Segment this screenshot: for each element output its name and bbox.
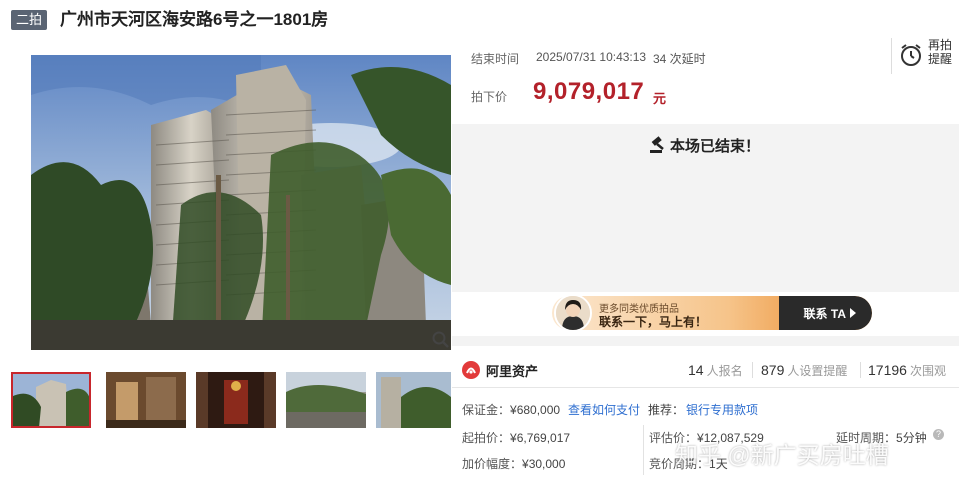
contact-banner[interactable]: 更多同类优质拍品 联系一下，马上有！ 联系 TA	[552, 296, 872, 330]
deal-price-label: 拍下价	[471, 90, 508, 104]
thumbnail-strip	[11, 372, 451, 428]
stats-row: 阿里资产 14 人报名 879 人设置提醒 17196 次围观	[452, 352, 959, 388]
agent-portrait	[556, 296, 590, 330]
bank-funds-link[interactable]: 银行专用款项	[686, 401, 758, 418]
thumbnail-2[interactable]	[106, 372, 186, 428]
play-arrow-icon	[850, 308, 856, 318]
title-bar: 二拍 广州市天河区海安路6号之一1801房	[0, 0, 959, 42]
stat-divider	[860, 362, 861, 378]
delay-period-value: 5分钟	[896, 431, 927, 445]
thumbnail-lobby-image	[106, 372, 186, 428]
increment-value: ¥30,000	[522, 457, 566, 471]
increment-row: 加价幅度：¥30,000	[462, 455, 565, 472]
thumbnail-entrance-image	[196, 372, 276, 428]
signup-label: 人报名	[706, 364, 743, 378]
remind-label-line-1: 再拍	[928, 38, 953, 52]
end-time-value: 2025/07/31 10:43:13	[536, 50, 647, 64]
view-stat: 17196 次围观	[868, 362, 946, 379]
remind-label-line-2: 提醒	[928, 52, 953, 66]
thumbnail-building-image	[11, 372, 91, 428]
auction-ended-text: 本场已结束！	[670, 138, 761, 155]
view-count: 17196	[868, 362, 907, 378]
deposit-label: 保证金：	[462, 403, 511, 417]
increment-label: 加价幅度：	[462, 457, 523, 471]
agent-avatar	[554, 294, 592, 332]
deposit-value: ¥680,000	[510, 403, 561, 417]
thumbnail-1[interactable]	[11, 372, 91, 428]
stat-divider	[752, 362, 753, 378]
main-property-photo[interactable]	[31, 55, 451, 350]
help-icon[interactable]: ?	[933, 429, 944, 440]
delay-count: 34 次延时	[653, 52, 706, 66]
recommend-label: 推荐：	[648, 403, 685, 417]
how-to-pay-link[interactable]: 查看如何支付	[568, 401, 640, 418]
ali-assets-logo-icon	[462, 361, 480, 379]
signup-stat: 14 人报名	[688, 362, 743, 379]
gavel-icon	[650, 136, 664, 153]
thumbnail-4[interactable]	[286, 372, 366, 428]
building-photo-illustration	[31, 55, 451, 350]
contact-button-label: 联系 TA	[803, 307, 846, 321]
zoom-icon[interactable]	[431, 330, 451, 350]
view-label: 次围观	[909, 364, 946, 378]
thumbnail-3[interactable]	[196, 372, 276, 428]
auction-round-badge: 二拍	[11, 10, 48, 30]
deposit-row: 保证金：¥680,000	[462, 401, 560, 418]
thumbnail-5[interactable]	[376, 372, 451, 428]
platform-name: 阿里资产	[486, 364, 539, 379]
reminder-count: 879	[761, 362, 785, 378]
contact-band: 更多同类优质拍品 联系一下，马上有！ 联系 TA	[452, 292, 959, 336]
end-time-label: 结束时间	[471, 52, 520, 66]
watermark-text: 知乎 @新广买房吐槽	[675, 442, 889, 468]
details-divider	[643, 425, 644, 475]
contact-button[interactable]: 联系 TA	[779, 296, 872, 330]
start-price-label: 起拍价：	[462, 431, 511, 445]
start-price-row: 起拍价：¥6,769,017	[462, 429, 570, 446]
contact-title: 联系一下，马上有！	[599, 315, 708, 329]
signup-count: 14	[688, 362, 704, 378]
auction-ended-panel: 本场已结束！ 更多同类优质拍品 联系一下，马上有！ 联系 TA	[452, 124, 959, 346]
remind-label: 再拍 提醒	[928, 38, 952, 66]
reminder-stat: 879 人设置提醒	[761, 362, 847, 379]
page-title: 广州市天河区海安路6号之一1801房	[60, 10, 329, 29]
alarm-clock-icon	[901, 44, 921, 66]
reminder-label: 人设置提醒	[787, 364, 848, 378]
deal-price-unit: 元	[653, 91, 667, 106]
start-price-value: ¥6,769,017	[510, 431, 571, 445]
deal-price-value: 9,079,017	[533, 78, 645, 105]
thumbnail-street-image	[376, 372, 451, 428]
remind-button[interactable]: 再拍 提醒	[891, 38, 959, 74]
thumbnail-courtyard-image	[286, 372, 366, 428]
